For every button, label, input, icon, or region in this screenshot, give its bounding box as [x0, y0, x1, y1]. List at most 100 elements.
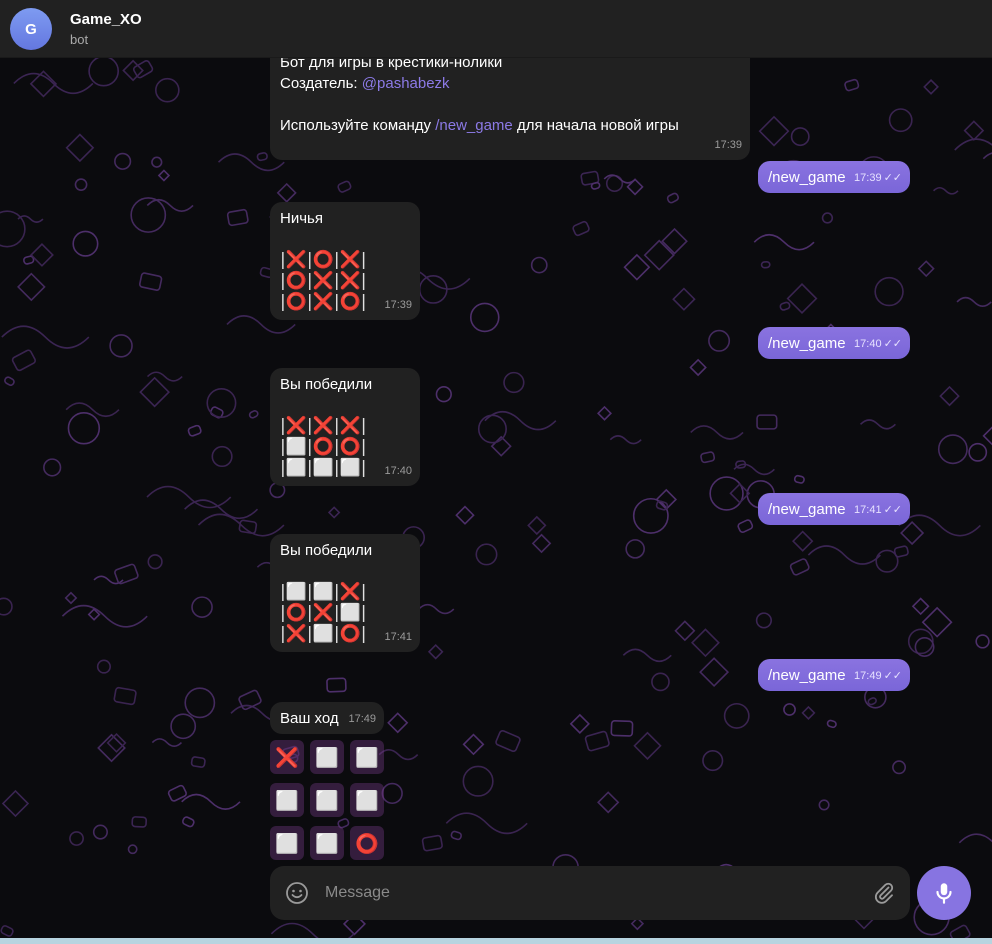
board-separator: | [360, 292, 367, 312]
keyboard-cell-1-2[interactable]: ⬜ [310, 740, 344, 774]
wallpaper-doodle [157, 169, 171, 182]
outgoing-command-4: /new_game 17:49 ✓✓ [758, 659, 910, 691]
double-check-icon: ✓✓ [883, 504, 902, 516]
wallpaper-doodle [445, 812, 528, 835]
attach-icon[interactable] [872, 881, 896, 905]
wallpaper-doodle [622, 648, 672, 663]
wallpaper-doodle [689, 358, 707, 377]
creator-link[interactable]: @pashabezk [362, 75, 450, 92]
voice-record-button[interactable] [917, 866, 971, 920]
wallpaper-doodle [623, 253, 651, 281]
usage-line: Используйте команду /new_game для начала… [280, 115, 740, 136]
wallpaper-doodle [418, 603, 455, 615]
keyboard-cell-2-1[interactable]: ⬜ [270, 783, 304, 817]
command-text: /new_game [768, 501, 846, 518]
wallpaper-doodle [11, 349, 37, 372]
message-time: 17:40 [854, 338, 882, 350]
cross-mark: ❌ [339, 416, 361, 436]
wallpaper-doodle [786, 283, 818, 315]
wallpaper-doodle [146, 485, 232, 509]
keyboard-cell-3-3[interactable]: ⭕ [350, 826, 384, 860]
wallpaper-doodle [184, 687, 216, 719]
chat-header[interactable]: G Game_XO bot [0, 0, 992, 58]
wallpaper-doodle [327, 506, 341, 519]
wallpaper-doodle [30, 243, 54, 267]
new-game-command-link[interactable]: /new_game [435, 117, 513, 134]
emoji-icon[interactable] [285, 881, 309, 905]
wallpaper-doodle [527, 515, 547, 536]
wallpaper-doodle [530, 256, 548, 274]
wallpaper-doodle [898, 514, 981, 537]
board-separator: | [360, 437, 367, 457]
wallpaper-doodle [921, 606, 953, 638]
keyboard-cell-3-1[interactable]: ⬜ [270, 826, 304, 860]
wallpaper-doodle [937, 434, 968, 465]
keyboard-cell-3-2[interactable]: ⬜ [310, 826, 344, 860]
cross-mark: ❌ [285, 250, 307, 270]
wallpaper-doodle [187, 424, 202, 437]
keyboard-cell-1-3[interactable]: ⬜ [350, 740, 384, 774]
wallpaper-doodle [435, 386, 452, 403]
wallpaper-doodle [893, 545, 909, 558]
empty-cell: ⬜ [285, 437, 307, 457]
cross-mark: ❌ [339, 582, 361, 602]
wallpaper-doodle [844, 78, 860, 92]
empty-cell: ⬜ [312, 582, 334, 602]
empty-cell: ⬜ [312, 458, 334, 478]
wallpaper-doodle [191, 596, 213, 618]
wallpaper-doodle [597, 791, 620, 814]
win-message-1: Вы победили |❌|❌|❌| |⬜|⭕|⭕| |⬜|⬜|⬜| 17:40 [270, 368, 420, 486]
wallpaper-doodle [821, 212, 834, 224]
cross-mark: ❌ [312, 416, 334, 436]
board-separator: | [360, 416, 367, 436]
wallpaper-doodle [733, 463, 775, 476]
cross-mark: ❌ [339, 271, 361, 291]
wallpaper-doodle [155, 77, 180, 103]
wallpaper-doodle [758, 115, 790, 147]
wallpaper-doodle [378, 749, 419, 761]
wallpaper-doodle [337, 180, 352, 193]
keyboard-cell-1-1[interactable]: ❌ [270, 740, 304, 774]
wallpaper-doodle [760, 260, 771, 269]
chat-subtitle: bot [70, 32, 89, 47]
cross-mark: ❌ [339, 250, 361, 270]
board-row: |❌|❌|❌| [280, 416, 410, 437]
keyboard-cell-2-2[interactable]: ⬜ [310, 783, 344, 817]
wallpaper-doodle [590, 181, 601, 190]
wallpaper-doodle [779, 301, 791, 311]
wallpaper-doodle [672, 287, 696, 311]
wallpaper-doodle [569, 713, 590, 734]
wallpaper-doodle [963, 120, 985, 141]
wallpaper-doodle [755, 612, 773, 629]
wallpaper-doodle [968, 442, 988, 462]
board-separator: | [360, 603, 367, 623]
wallpaper-doodle [495, 729, 521, 753]
wallpaper-doodle [783, 703, 796, 716]
wallpaper-doodle [700, 451, 716, 464]
chat-title: Game_XO [70, 11, 142, 28]
outgoing-command-3: /new_game 17:41 ✓✓ [758, 493, 910, 525]
draw-message: Ничья |❌|⭕|❌| |⭕|❌|❌| |⭕|❌|⭕| 17:39 [270, 202, 420, 320]
wallpaper-doodle [793, 474, 805, 484]
wallpaper-doodle [0, 597, 13, 616]
wallpaper-doodle [276, 182, 297, 203]
wallpaper-doodle [43, 458, 62, 477]
wallpaper-doodle [956, 296, 992, 307]
message-time: 17:41 [854, 504, 882, 516]
wallpaper-doodle [96, 659, 111, 674]
avatar[interactable]: G [10, 8, 52, 50]
wallpaper-doodle [469, 302, 500, 333]
cross-mark: ❌ [285, 416, 307, 436]
wallpaper-doodle [13, 72, 94, 95]
keyboard-cell-2-3[interactable]: ⬜ [350, 783, 384, 817]
wallpaper-doodle [633, 731, 662, 760]
wallpaper-doodle [900, 520, 925, 546]
wallpaper-doodle [190, 756, 206, 768]
wallpaper-doodle [911, 597, 930, 616]
message-input[interactable]: Message [325, 884, 390, 902]
wallpaper-doodle [892, 760, 907, 775]
wallpaper-doodle [982, 426, 992, 446]
wallpaper-doodle [65, 133, 95, 163]
wallpaper-doodle [982, 152, 992, 160]
message-time: 17:41 [384, 631, 412, 643]
